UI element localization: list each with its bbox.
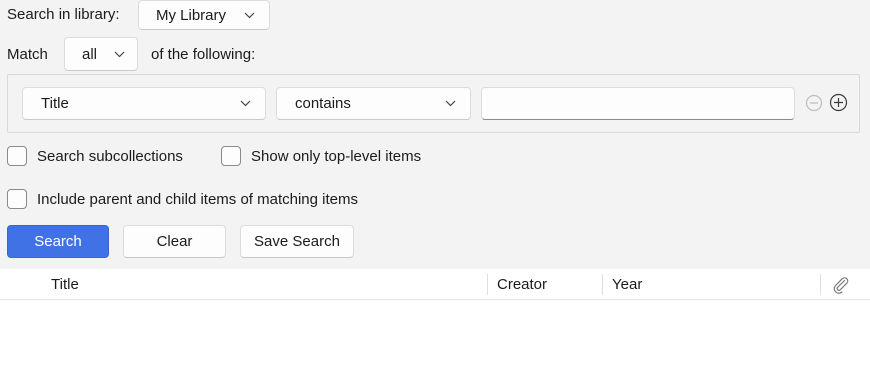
chevron-down-icon [114,51,125,58]
column-header-creator[interactable]: Creator [497,275,547,295]
match-dropdown[interactable]: all [64,37,138,71]
column-header-year[interactable]: Year [612,275,642,295]
chevron-down-icon [445,100,456,107]
search-in-label: Search in library: [7,6,120,23]
condition-field-value: Title [41,95,69,112]
match-dropdown-value: all [82,45,98,63]
results-list [0,300,870,376]
column-divider [820,274,821,295]
results-table-header: Title Creator Year [0,269,870,300]
condition-operator-value: contains [295,95,351,112]
search-button[interactable]: Search [7,225,109,258]
search-subcollections-checkbox[interactable] [7,146,27,166]
condition-operator-dropdown[interactable]: contains [276,87,471,120]
top-level-only-checkbox[interactable] [221,146,241,166]
paperclip-icon[interactable] [831,275,851,295]
save-search-button[interactable]: Save Search [240,225,354,258]
include-parent-child-checkbox[interactable] [7,189,27,209]
include-parent-child-label: Include parent and child items of matchi… [37,191,358,208]
chevron-down-icon [244,12,255,19]
search-subcollections-label: Search subcollections [37,148,183,165]
condition-value-input[interactable] [481,87,795,120]
column-divider [487,274,488,295]
library-dropdown-value: My Library [156,6,227,24]
column-divider [602,274,603,295]
chevron-down-icon [240,100,251,107]
clear-button[interactable]: Clear [123,225,226,258]
match-suffix-label: of the following: [151,46,256,63]
add-condition-icon[interactable] [829,93,848,112]
remove-condition-icon[interactable] [805,94,823,112]
column-header-title[interactable]: Title [51,275,79,295]
library-dropdown[interactable]: My Library [138,0,270,30]
match-label: Match [7,46,48,63]
top-level-only-label: Show only top-level items [251,148,422,165]
condition-field-dropdown[interactable]: Title [22,87,266,120]
